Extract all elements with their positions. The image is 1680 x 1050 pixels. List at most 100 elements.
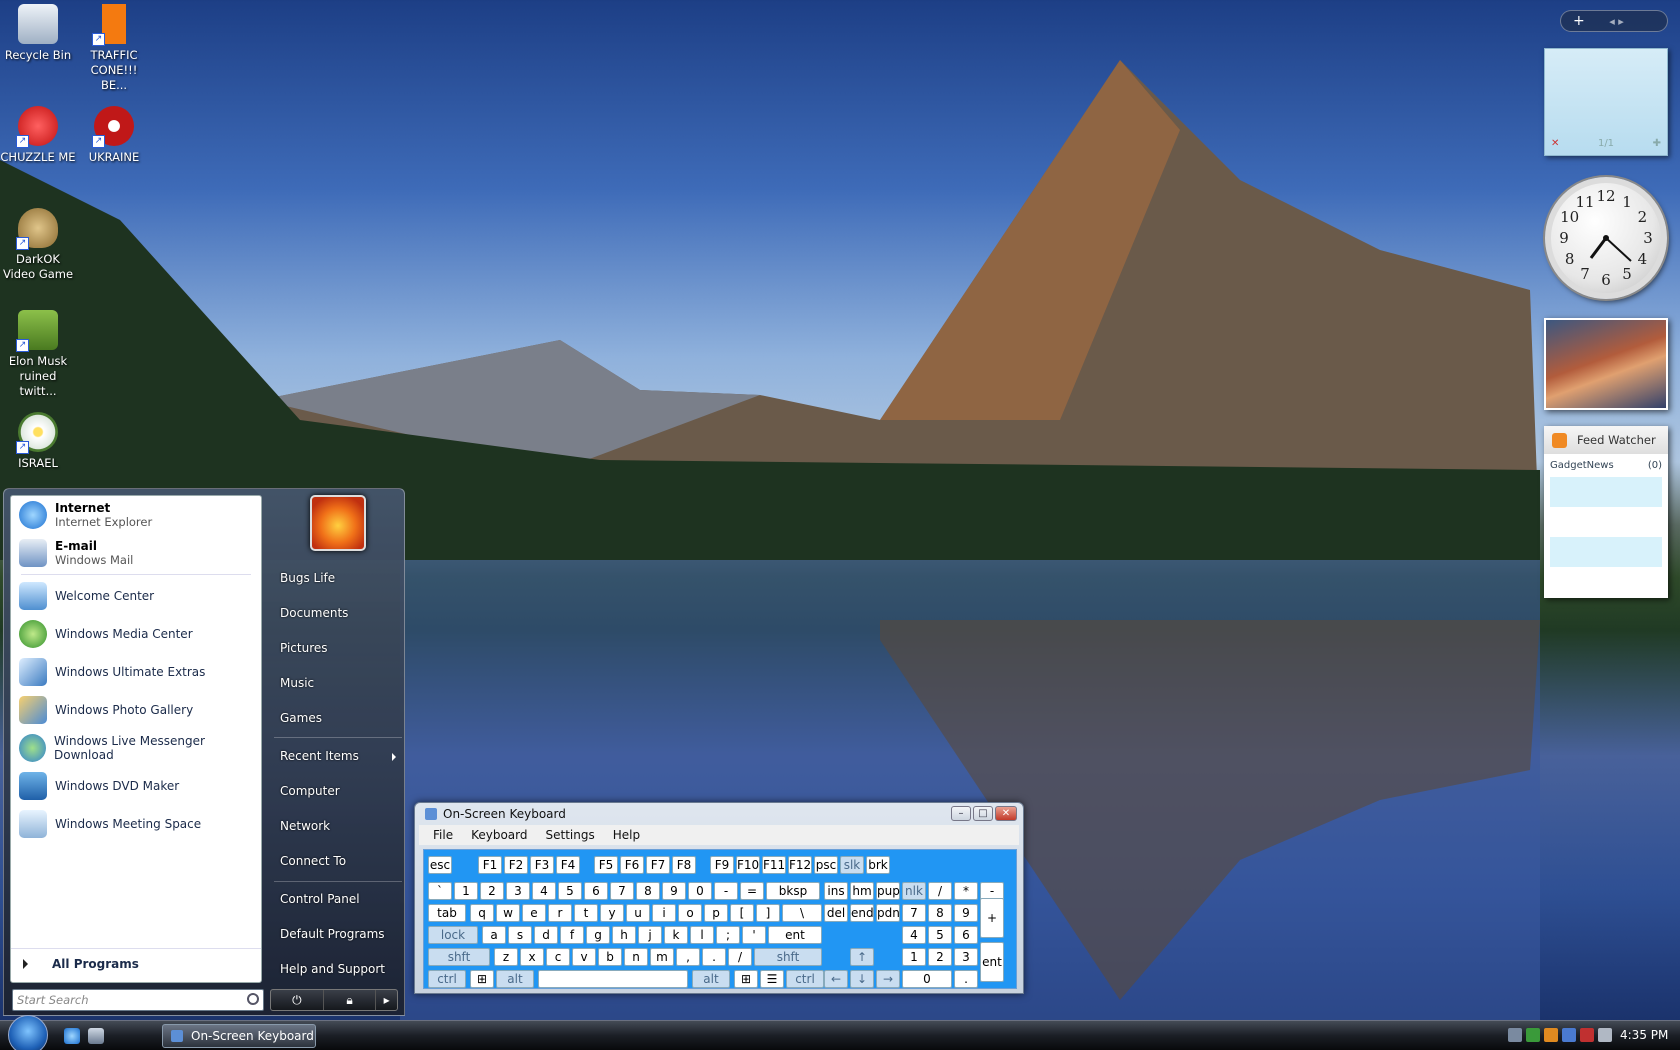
feed-item[interactable] [1550,537,1662,567]
key[interactable]: 3 [954,948,978,966]
key[interactable]: q [470,904,494,922]
key[interactable]: . [954,970,978,988]
key[interactable]: + [980,898,1004,938]
key[interactable]: F12 [788,856,812,874]
key[interactable]: hm [850,882,874,900]
key[interactable]: 6 [584,882,608,900]
quick-launch-ie-icon[interactable] [64,1028,80,1044]
key[interactable]: 4 [532,882,556,900]
key[interactable]: 8 [928,904,952,922]
key[interactable]: z [494,948,518,966]
key[interactable]: 4 [902,926,926,944]
key[interactable]: brk [866,856,890,874]
desktop-icon-traffic-cone[interactable]: ↗ TRAFFIC CONE!!! BE... [76,4,152,93]
key[interactable]: w [496,904,520,922]
key[interactable]: lock [428,926,478,944]
key[interactable]: n [624,948,648,966]
volume-muted-icon[interactable] [1580,1028,1594,1042]
tray-app-icon[interactable] [1526,1028,1540,1042]
key[interactable]: pup [876,882,900,900]
program-ultimate-extras[interactable]: Windows Ultimate Extras [11,653,261,691]
key[interactable]: o [678,904,702,922]
key[interactable]: → [876,970,900,988]
feed-item[interactable] [1550,507,1662,537]
key[interactable]: 1 [454,882,478,900]
gadget-nav-arrows[interactable]: ◂ ▸ [1609,15,1624,28]
taskbar-button-osk[interactable]: On-Screen Keyboard [162,1024,316,1048]
start-item-recent-items[interactable]: Recent Items [280,749,359,763]
key[interactable]: a [482,926,506,944]
key[interactable]: F8 [672,856,696,874]
pinned-email[interactable]: E-mail Windows Mail [11,534,261,572]
key[interactable]: F4 [556,856,580,874]
key[interactable]: h [612,926,636,944]
key[interactable]: ⊞ [470,970,494,988]
menu-help[interactable]: Help [613,825,640,845]
key[interactable]: ↓ [850,970,874,988]
key[interactable]: f [560,926,584,944]
key[interactable]: tab [428,904,466,922]
key[interactable]: g [586,926,610,944]
key[interactable]: p [704,904,728,922]
key[interactable]: F6 [620,856,644,874]
key[interactable]: 7 [610,882,634,900]
key[interactable]: del [824,904,848,922]
key[interactable]: i [652,904,676,922]
search-tray-icon[interactable] [1544,1028,1558,1042]
key[interactable]: shft [754,948,822,966]
key[interactable]: l [690,926,714,944]
delete-note-icon[interactable]: ✕ [1551,138,1559,149]
key[interactable]: 8 [636,882,660,900]
key[interactable]: alt [496,970,534,988]
start-item-music[interactable]: Music [280,676,314,690]
key[interactable]: [ [730,904,754,922]
key[interactable]: alt [692,970,730,988]
key[interactable]: . [702,948,726,966]
key[interactable]: 9 [662,882,686,900]
key[interactable]: 2 [928,948,952,966]
start-button[interactable] [8,1015,48,1050]
switch-windows-icon[interactable] [88,1028,104,1044]
key[interactable]: = [740,882,764,900]
desktop-icon-chuzzle[interactable]: ↗ CHUZZLE ME [0,106,76,165]
key[interactable]: F9 [710,856,734,874]
slideshow-gadget[interactable] [1544,318,1668,410]
start-item-computer[interactable]: Computer [280,784,340,798]
key[interactable]: 6 [954,926,978,944]
lock-icon[interactable]: 🔒︎ [324,990,377,1010]
maximize-button[interactable]: □ [973,806,993,821]
feed-item[interactable] [1550,477,1662,507]
key[interactable]: ☰ [760,970,784,988]
start-item-control-panel[interactable]: Control Panel [280,892,360,906]
notes-gadget[interactable]: ✕ 1/1 ✚ [1544,48,1668,156]
search-icon[interactable] [247,993,259,1005]
user-picture[interactable] [310,495,366,551]
key[interactable]: ctrl [786,970,824,988]
key[interactable]: m [650,948,674,966]
start-item-default-programs[interactable]: Default Programs [280,927,385,941]
key[interactable]: ⊞ [734,970,758,988]
key[interactable]: ent [980,942,1004,982]
program-welcome-center[interactable]: Welcome Center [11,577,261,615]
feed-source[interactable]: GadgetNews [1550,460,1614,471]
key[interactable]: 9 [954,904,978,922]
key[interactable]: , [676,948,700,966]
start-item-network[interactable]: Network [280,819,330,833]
start-item-help-support[interactable]: Help and Support [280,962,385,976]
all-programs-button[interactable]: All Programs [11,948,261,978]
key[interactable]: shft [428,948,490,966]
program-dvd-maker[interactable]: Windows DVD Maker [11,767,261,805]
menu-file[interactable]: File [433,825,453,845]
program-live-messenger[interactable]: Windows Live Messenger Download [11,729,261,767]
key[interactable]: t [574,904,598,922]
key[interactable]: F3 [530,856,554,874]
language-icon[interactable] [1508,1028,1522,1042]
key[interactable]: ← [824,970,848,988]
key[interactable]: ] [756,904,780,922]
key[interactable]: x [520,948,544,966]
feed-watcher-gadget[interactable]: Feed Watcher GadgetNews (0) [1544,426,1668,598]
start-item-pictures[interactable]: Pictures [280,641,328,655]
shutdown-options-arrow-icon[interactable]: ▸ [376,990,397,1010]
program-media-center[interactable]: Windows Media Center [11,615,261,653]
key[interactable]: ' [742,926,766,944]
